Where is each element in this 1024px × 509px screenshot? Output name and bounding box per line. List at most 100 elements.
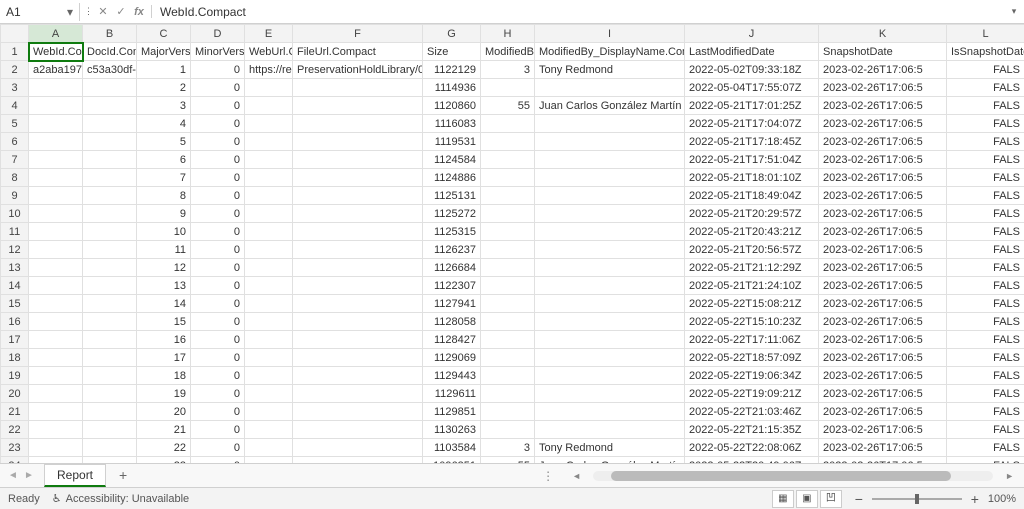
cell-K1[interactable]: SnapshotDate <box>819 43 947 61</box>
cell-D22[interactable]: 0 <box>191 421 245 439</box>
cell-A5[interactable] <box>29 115 83 133</box>
cell-L14[interactable]: FALS <box>947 277 1024 295</box>
cell-G6[interactable]: 1119531 <box>423 133 481 151</box>
cell-G19[interactable]: 1129443 <box>423 367 481 385</box>
row-header-17[interactable]: 17 <box>1 331 29 349</box>
row-header-3[interactable]: 3 <box>1 79 29 97</box>
cell-L4[interactable]: FALS <box>947 97 1024 115</box>
cell-I1[interactable]: ModifiedBy_DisplayName.Compact <box>535 43 685 61</box>
cell-A21[interactable] <box>29 403 83 421</box>
cell-I17[interactable] <box>535 331 685 349</box>
cell-A17[interactable] <box>29 331 83 349</box>
cell-K4[interactable]: 2023-02-26T17:06:5 <box>819 97 947 115</box>
cell-H3[interactable] <box>481 79 535 97</box>
row-header-21[interactable]: 21 <box>1 403 29 421</box>
cell-I7[interactable] <box>535 151 685 169</box>
cell-C16[interactable]: 15 <box>137 313 191 331</box>
cell-L6[interactable]: FALS <box>947 133 1024 151</box>
cell-G11[interactable]: 1125315 <box>423 223 481 241</box>
cell-L16[interactable]: FALS <box>947 313 1024 331</box>
cell-I16[interactable] <box>535 313 685 331</box>
cell-K23[interactable]: 2023-02-26T17:06:5 <box>819 439 947 457</box>
cell-D7[interactable]: 0 <box>191 151 245 169</box>
sheet-options-icon[interactable]: ⋮ <box>536 469 560 483</box>
cell-J17[interactable]: 2022-05-22T17:11:06Z <box>685 331 819 349</box>
view-normal-icon[interactable]: ▦ <box>772 490 794 508</box>
cell-E11[interactable] <box>245 223 293 241</box>
cell-J1[interactable]: LastModifiedDate <box>685 43 819 61</box>
cell-G18[interactable]: 1129069 <box>423 349 481 367</box>
cell-H18[interactable] <box>481 349 535 367</box>
cell-H7[interactable] <box>481 151 535 169</box>
cell-L13[interactable]: FALS <box>947 259 1024 277</box>
col-header-K[interactable]: K <box>819 25 947 43</box>
cell-L12[interactable]: FALS <box>947 241 1024 259</box>
cell-H12[interactable] <box>481 241 535 259</box>
cell-H4[interactable]: 55 <box>481 97 535 115</box>
cell-J3[interactable]: 2022-05-04T17:55:07Z <box>685 79 819 97</box>
cell-C8[interactable]: 7 <box>137 169 191 187</box>
cell-A11[interactable] <box>29 223 83 241</box>
cell-D16[interactable]: 0 <box>191 313 245 331</box>
cell-K20[interactable]: 2023-02-26T17:06:5 <box>819 385 947 403</box>
cell-J4[interactable]: 2022-05-21T17:01:25Z <box>685 97 819 115</box>
cell-E17[interactable] <box>245 331 293 349</box>
cell-E3[interactable] <box>245 79 293 97</box>
cell-F16[interactable] <box>293 313 423 331</box>
cell-E23[interactable] <box>245 439 293 457</box>
cell-F4[interactable] <box>293 97 423 115</box>
col-header-A[interactable]: A <box>29 25 83 43</box>
row-header-4[interactable]: 4 <box>1 97 29 115</box>
row-header-20[interactable]: 20 <box>1 385 29 403</box>
cell-I9[interactable] <box>535 187 685 205</box>
cell-F9[interactable] <box>293 187 423 205</box>
cell-J16[interactable]: 2022-05-22T15:10:23Z <box>685 313 819 331</box>
cell-C4[interactable]: 3 <box>137 97 191 115</box>
cell-B10[interactable] <box>83 205 137 223</box>
cell-K24[interactable]: 2023-02-26T17:06:5 <box>819 457 947 464</box>
accessibility-status[interactable]: ♿︎ Accessibility: Unavailable <box>52 492 189 505</box>
cell-K16[interactable]: 2023-02-26T17:06:5 <box>819 313 947 331</box>
cell-E7[interactable] <box>245 151 293 169</box>
cell-H19[interactable] <box>481 367 535 385</box>
cell-C15[interactable]: 14 <box>137 295 191 313</box>
cell-B3[interactable] <box>83 79 137 97</box>
cell-G9[interactable]: 1125131 <box>423 187 481 205</box>
cell-E24[interactable] <box>245 457 293 464</box>
cell-E14[interactable] <box>245 277 293 295</box>
cell-H5[interactable] <box>481 115 535 133</box>
cell-I10[interactable] <box>535 205 685 223</box>
zoom-out-button[interactable]: − <box>852 491 866 507</box>
cell-E21[interactable] <box>245 403 293 421</box>
grid[interactable]: ABCDEFGHIJKL1WebId.CompactDocId.CompactM… <box>0 24 1024 463</box>
row-header-13[interactable]: 13 <box>1 259 29 277</box>
cell-A6[interactable] <box>29 133 83 151</box>
cell-I5[interactable] <box>535 115 685 133</box>
cell-G14[interactable]: 1122307 <box>423 277 481 295</box>
cell-A22[interactable] <box>29 421 83 439</box>
cell-E19[interactable] <box>245 367 293 385</box>
formula-expand-icon[interactable]: ▾ <box>1004 6 1024 17</box>
cell-H8[interactable] <box>481 169 535 187</box>
cancel-icon[interactable]: ✕ <box>95 5 111 18</box>
cell-G15[interactable]: 1127941 <box>423 295 481 313</box>
cell-F1[interactable]: FileUrl.Compact <box>293 43 423 61</box>
cell-H11[interactable] <box>481 223 535 241</box>
cell-C18[interactable]: 17 <box>137 349 191 367</box>
cell-D13[interactable]: 0 <box>191 259 245 277</box>
cell-J8[interactable]: 2022-05-21T18:01:10Z <box>685 169 819 187</box>
cell-B12[interactable] <box>83 241 137 259</box>
row-header-18[interactable]: 18 <box>1 349 29 367</box>
cell-C12[interactable]: 11 <box>137 241 191 259</box>
cell-B1[interactable]: DocId.Compact <box>83 43 137 61</box>
cell-L24[interactable]: FALS <box>947 457 1024 464</box>
cell-G24[interactable]: 1096351 <box>423 457 481 464</box>
row-header-19[interactable]: 19 <box>1 367 29 385</box>
cell-A3[interactable] <box>29 79 83 97</box>
cell-F2[interactable]: PreservationHoldLibrary/08 <box>293 61 423 79</box>
name-box[interactable]: A1 ▾ <box>0 3 80 21</box>
scroll-right-icon[interactable]: ► <box>1001 471 1018 481</box>
cell-D9[interactable]: 0 <box>191 187 245 205</box>
cell-G22[interactable]: 1130263 <box>423 421 481 439</box>
cell-H10[interactable] <box>481 205 535 223</box>
